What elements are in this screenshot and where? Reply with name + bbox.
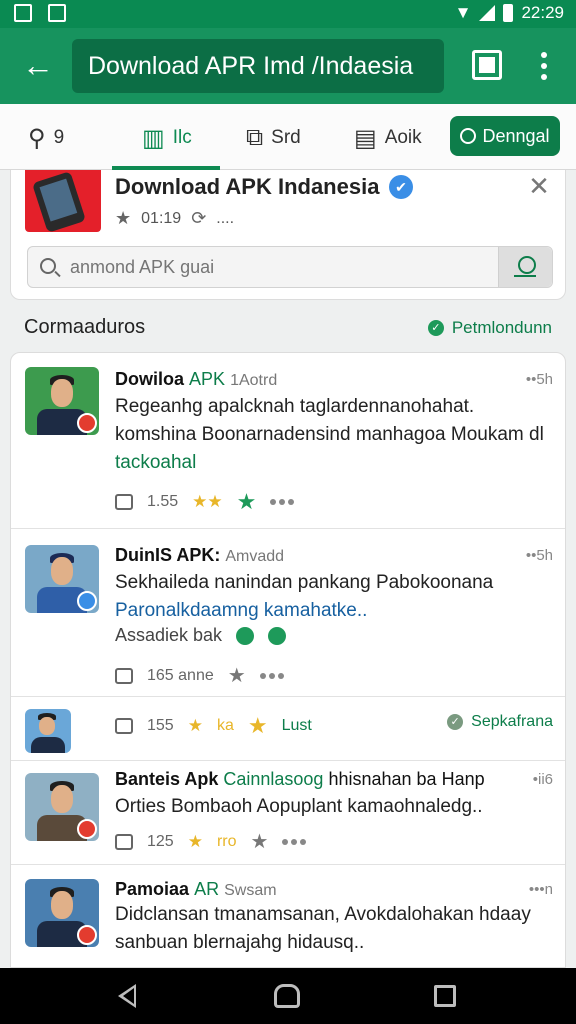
post-time: •••n — [528, 881, 553, 898]
post-link[interactable]: ✓ Sepkafrana — [447, 713, 553, 731]
check-icon: ✓ — [427, 320, 444, 336]
app-comments: .... — [216, 209, 235, 227]
check-icon — [236, 626, 255, 645]
like-icon[interactable] — [115, 833, 133, 850]
post-author: Banteis Apk Cainnlasoog hhisnahan ba Han… — [115, 769, 485, 789]
app-rating: 01:19 — [141, 209, 182, 227]
search-bar — [27, 246, 553, 288]
app-card: Download APK Indanesia ✔ ✕ ★ 01:19 ⟳ ...… — [10, 170, 566, 300]
user-icon[interactable] — [498, 247, 552, 287]
tab-edit[interactable]: ▤ Aoik — [354, 120, 422, 156]
like-icon[interactable] — [115, 494, 133, 510]
avatar — [25, 545, 99, 613]
grid-icon: ▥ — [142, 124, 165, 152]
post-text: Didclansan tmanamsanan, Avokdalohakan hd… — [115, 904, 531, 953]
like-count: 155 — [147, 717, 174, 734]
post-text: Sekhaileda nanindan pankang Pabokoonana … — [115, 572, 494, 621]
system-nav-bar — [0, 968, 576, 1024]
list-item[interactable]: Dowiloa APK 1Aotrd ••5h Regeanhg apalckn… — [11, 353, 565, 529]
post-text: Orties Bombaoh Aopuplant kamaohnaledg.. — [115, 796, 483, 817]
heart-icon — [268, 626, 287, 645]
star-icon: ★ — [187, 831, 203, 851]
favorite-icon[interactable]: ★ — [251, 829, 269, 854]
more-vert-icon[interactable] — [530, 48, 558, 84]
star-icon[interactable]: ★ — [228, 663, 246, 688]
post-time: •ii6 — [532, 771, 553, 788]
search-input[interactable] — [70, 247, 490, 287]
like-count: 165 anne — [147, 666, 214, 684]
avatar — [25, 773, 99, 841]
tab-link[interactable]: ⚲ 9 — [28, 120, 64, 156]
nav-home-icon[interactable] — [274, 984, 300, 1008]
post-actions: 155 ★ ka ★ Lust — [115, 713, 312, 739]
edit-icon: ▤ — [354, 124, 377, 152]
search-icon — [40, 258, 56, 274]
tab-share[interactable]: ⧉ Srd — [246, 120, 301, 156]
star-icon: ★★ — [192, 492, 223, 511]
section-header: Cormaaduros ✓ Petmlondunn — [0, 306, 576, 350]
list-item[interactable]: 155 ★ ka ★ Lust ✓ Sepkafrana — [11, 697, 565, 761]
status-bar: ▼ 22:29 — [0, 0, 576, 28]
verified-icon: ✔ — [389, 175, 413, 199]
post-actions: 125 ★ rro ★ — [115, 829, 307, 854]
clock: 22:29 — [521, 3, 564, 22]
app-bar: ← Download APR Imd /Indaesia — [0, 28, 576, 104]
app-name: Download APK Indanesia — [115, 174, 380, 199]
section-title: Cormaaduros — [24, 316, 146, 338]
battery-icon — [503, 4, 514, 22]
gallery-icon — [14, 4, 32, 22]
link-icon: ⚲ — [28, 124, 46, 152]
book-icon[interactable] — [472, 50, 502, 80]
download-button[interactable]: Denngal — [450, 116, 560, 156]
close-icon[interactable]: ✕ — [525, 172, 553, 200]
notification-icon — [48, 4, 66, 22]
like-count: 125 — [147, 832, 174, 850]
avatar — [25, 879, 99, 947]
app-logo — [25, 170, 101, 232]
post-author: Dowiloa APK 1Aotrd — [115, 369, 278, 389]
like-icon[interactable] — [115, 667, 133, 684]
avatar — [25, 367, 99, 435]
signal-icon — [479, 5, 496, 21]
post-text: Regeanhg apalcknah taglardennanohahat. k… — [115, 396, 544, 473]
settings-icon: ✓ — [447, 714, 464, 730]
like-count: 1.55 — [147, 493, 179, 510]
share-icon[interactable] — [270, 499, 295, 505]
post-time: ••5h — [525, 547, 553, 564]
post-status: Assadiek bak — [115, 625, 287, 646]
post-actions: 1.55 ★★ ★ — [115, 489, 295, 515]
nav-back-icon[interactable] — [118, 984, 136, 1008]
list-item[interactable]: Pamoiaa AR Swsam •••n Didclansan tmanams… — [11, 865, 565, 967]
post-actions: 165 anne ★ — [115, 663, 284, 688]
favorite-icon[interactable]: ★ — [248, 713, 268, 739]
tab-grid[interactable]: ▥ Ilc — [142, 120, 192, 156]
post-time: ••5h — [525, 371, 553, 388]
post-author: DuinIS APK: Amvadd — [115, 545, 285, 565]
share-icon: ⧉ — [246, 124, 264, 151]
download-icon — [460, 128, 477, 144]
like-icon[interactable] — [115, 718, 133, 734]
back-arrow-icon[interactable]: ← — [18, 46, 58, 86]
app-meta: ★ 01:19 ⟳ .... — [115, 208, 234, 229]
post-list: Dowiloa APK 1Aotrd ••5h Regeanhg apalckn… — [10, 352, 566, 968]
list-item[interactable]: DuinIS APK: Amvadd ••5h Sekhaileda nanin… — [11, 529, 565, 697]
comment-icon: ⟳ — [191, 208, 207, 228]
favorite-icon[interactable]: ★ — [237, 489, 257, 515]
share-icon[interactable] — [259, 672, 284, 679]
star-icon: ★ — [115, 208, 132, 228]
star-icon: ★ — [187, 716, 203, 735]
list-item[interactable]: Banteis Apk Cainnlasoog hhisnahan ba Han… — [11, 761, 565, 865]
nav-recents-icon[interactable] — [434, 985, 456, 1007]
post-author: Pamoiaa AR Swsam — [115, 879, 277, 899]
share-icon[interactable] — [282, 838, 307, 845]
wifi-icon: ▼ — [454, 3, 472, 22]
section-link[interactable]: ✓ Petmlondunn — [427, 318, 552, 338]
page-title[interactable]: Download APR Imd /Indaesia — [72, 39, 444, 93]
avatar — [25, 709, 71, 753]
